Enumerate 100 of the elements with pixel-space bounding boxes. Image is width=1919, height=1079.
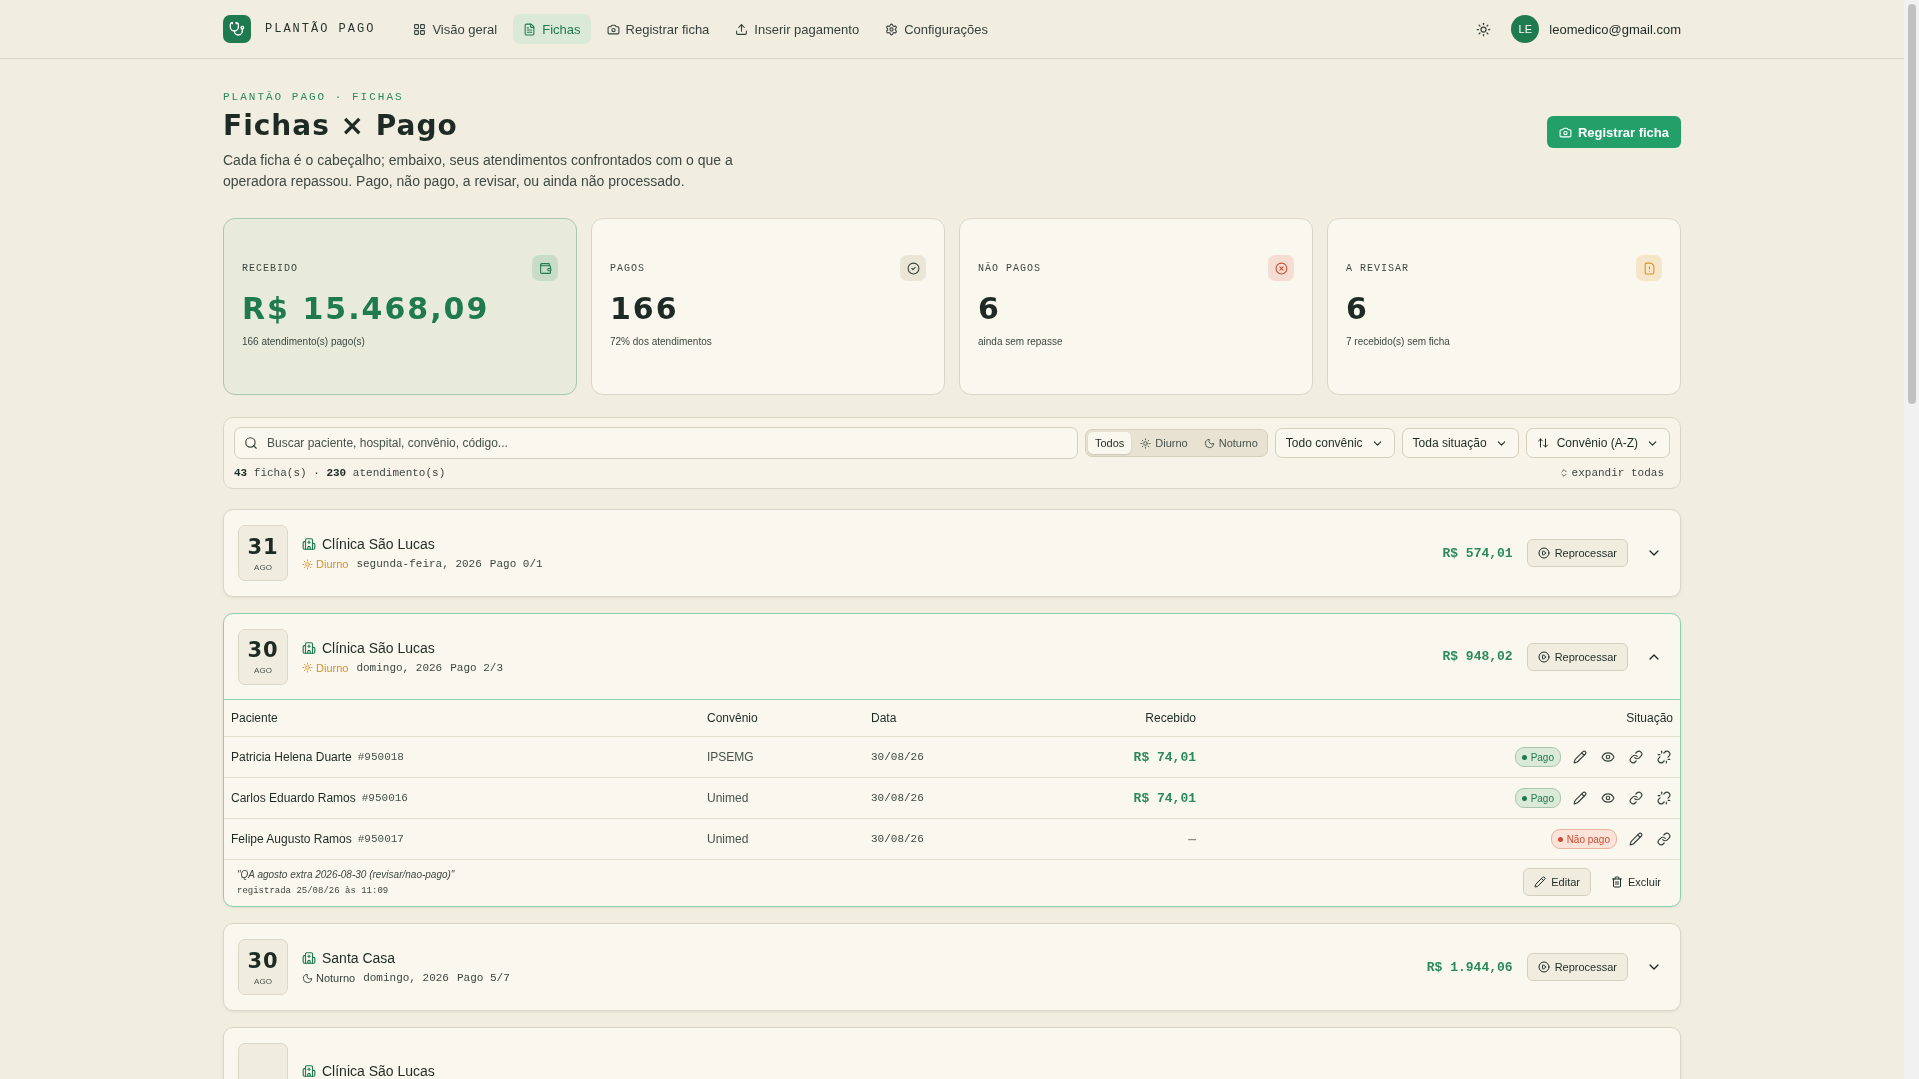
table-cell-text: Unimed xyxy=(707,791,750,805)
paid-count: Pago 0/1 xyxy=(489,558,543,570)
stat-caption: 7 recebido(s) sem ficha xyxy=(1346,336,1451,347)
edit-button[interactable] xyxy=(1627,830,1645,848)
filter-select[interactable]: Todo convênic xyxy=(1274,428,1395,458)
hospital-icon xyxy=(302,640,316,655)
stat-label: A REVISAR xyxy=(1346,262,1409,274)
shift-option[interactable]: Noturno xyxy=(1196,432,1265,454)
stat-value: 166 xyxy=(610,291,680,326)
stat-value: R$ 15.468,09 xyxy=(242,291,491,326)
date-day: 30 xyxy=(247,638,279,662)
broken-link-icon xyxy=(1657,750,1671,764)
play-icon xyxy=(1537,961,1550,973)
unlink-button[interactable] xyxy=(1655,748,1673,766)
nav-tab[interactable]: Inserir pagamento xyxy=(725,14,870,44)
link-icon xyxy=(1629,791,1643,805)
date-month: AGO xyxy=(254,666,272,675)
edit-button[interactable] xyxy=(1571,748,1589,766)
pencil-icon xyxy=(1629,832,1643,846)
hospital-icon xyxy=(302,537,316,551)
sun-icon xyxy=(302,558,313,570)
hospital-name: Clínica São Lucas xyxy=(322,1063,435,1079)
document-icon xyxy=(523,22,537,36)
sun-icon xyxy=(1140,437,1152,449)
patient-name: Patricia Helena Duarte xyxy=(231,750,352,764)
shift-option[interactable]: Todos xyxy=(1087,432,1132,454)
trash-icon xyxy=(1611,876,1623,888)
hospital-name: Santa Casa xyxy=(322,950,396,966)
reprocess-button[interactable]: Reprocessar xyxy=(1526,953,1628,981)
link-button[interactable] xyxy=(1627,748,1645,766)
received-amount: — xyxy=(1187,831,1196,847)
hospital-icon xyxy=(302,951,316,965)
search-icon xyxy=(244,436,258,450)
play-icon xyxy=(1537,650,1550,663)
nav-tab[interactable]: Visão geral xyxy=(403,14,508,44)
shift-label: Diurno xyxy=(302,661,349,674)
nav-tab[interactable]: Fichas xyxy=(513,14,591,44)
patient-code: #950018 xyxy=(357,751,404,763)
ficha-note: "QA agosto extra 2026-08-30 (revisar/nao-pago)" xyxy=(237,868,455,880)
link-icon xyxy=(1657,832,1671,846)
ficha-amount: R$ 948,02 xyxy=(1442,649,1513,664)
hospital-name: Clínica São Lucas xyxy=(322,536,435,552)
paid-count: Pago 5/7 xyxy=(456,972,510,984)
nav-tab[interactable]: Configurações xyxy=(875,14,998,44)
sun-icon xyxy=(1476,21,1492,37)
sort-select[interactable]: Convênio (A-Z) xyxy=(1525,428,1670,458)
reprocess-button[interactable]: Reprocessar xyxy=(1526,642,1628,671)
received-amount: R$ 74,01 xyxy=(1132,749,1196,765)
link-button[interactable] xyxy=(1655,830,1673,848)
status-badge: Não pago xyxy=(1550,829,1617,849)
stat-caption: 166 atendimento(s) pago(s) xyxy=(242,336,366,347)
ficha-date: segunda-feira, 2026 xyxy=(356,558,482,570)
reprocess-button[interactable]: Reprocessar xyxy=(1526,539,1628,567)
status-badge: Pago xyxy=(1514,747,1561,767)
play-icon xyxy=(1537,547,1550,559)
edit-button[interactable] xyxy=(1571,789,1589,807)
received-amount: R$ 74,01 xyxy=(1132,790,1196,806)
delete-button[interactable]: Excluir xyxy=(1605,875,1667,889)
user-avatar: LE xyxy=(1511,15,1540,43)
column-header: Paciente xyxy=(231,711,279,725)
expand-all-button[interactable]: expandir todas xyxy=(1552,466,1670,480)
patient-name: Felipe Augusto Ramos xyxy=(231,832,352,846)
paid-count: Pago 2/3 xyxy=(450,661,504,674)
table-cell-text: IPSEMG xyxy=(707,750,755,764)
column-header: Recebido xyxy=(1144,711,1196,725)
hospital-name: Clínica São Lucas xyxy=(322,639,435,656)
nav-tab[interactable]: Registrar ficha xyxy=(596,14,720,44)
stat-caption: ainda sem repasse xyxy=(978,336,1064,347)
camera-icon xyxy=(1558,125,1572,139)
pencil-icon xyxy=(1573,791,1587,805)
hospital-icon xyxy=(302,1064,316,1078)
table-cell: 30/08/26 xyxy=(871,833,924,845)
user-email: leomedico@gmail.com xyxy=(1549,21,1681,37)
table-cell-text: Unimed xyxy=(707,832,750,846)
link-icon xyxy=(1629,750,1643,764)
shift-label: Noturno xyxy=(302,972,356,984)
filter-select[interactable]: Toda situação xyxy=(1401,428,1519,458)
ficha-amount: R$ 574,01 xyxy=(1442,545,1513,561)
unlink-button[interactable] xyxy=(1655,789,1673,807)
page-description: Cada ficha é o cabeçalho; embaixo, seus atendimentos confrontados com o que a operadora repassou. Pago, não pago, a revisar, ou ainda não processado. xyxy=(223,151,733,191)
shift-option[interactable]: Diurno xyxy=(1133,432,1195,454)
edit-button[interactable]: Editar xyxy=(1523,868,1591,896)
eye-icon xyxy=(1601,750,1615,764)
sun-icon xyxy=(302,662,313,673)
scrollbar[interactable] xyxy=(1904,0,1919,1079)
column-header: Convênio xyxy=(707,711,759,725)
brand-name: PLANTÃO PAGO xyxy=(265,22,376,36)
search-field[interactable]: Buscar paciente, hospital, convênio, código... xyxy=(234,427,1078,459)
link-button[interactable] xyxy=(1627,789,1645,807)
eye-icon xyxy=(1601,791,1615,805)
ficha-date: domingo, 2026 xyxy=(363,972,449,984)
breadcrumb: PLANTÃO PAGO · FICHAS xyxy=(223,91,405,103)
stat-value: 6 xyxy=(1346,291,1370,326)
broken-link-icon xyxy=(1657,791,1671,805)
settings-icon xyxy=(885,22,899,36)
table-cell: 30/08/26 xyxy=(871,792,924,804)
stat-caption: 72% dos atendimentos xyxy=(610,336,713,347)
patient-code: #950016 xyxy=(361,792,408,804)
stat-label: NÃO PAGOS xyxy=(978,262,1041,274)
grid-icon xyxy=(413,22,427,36)
